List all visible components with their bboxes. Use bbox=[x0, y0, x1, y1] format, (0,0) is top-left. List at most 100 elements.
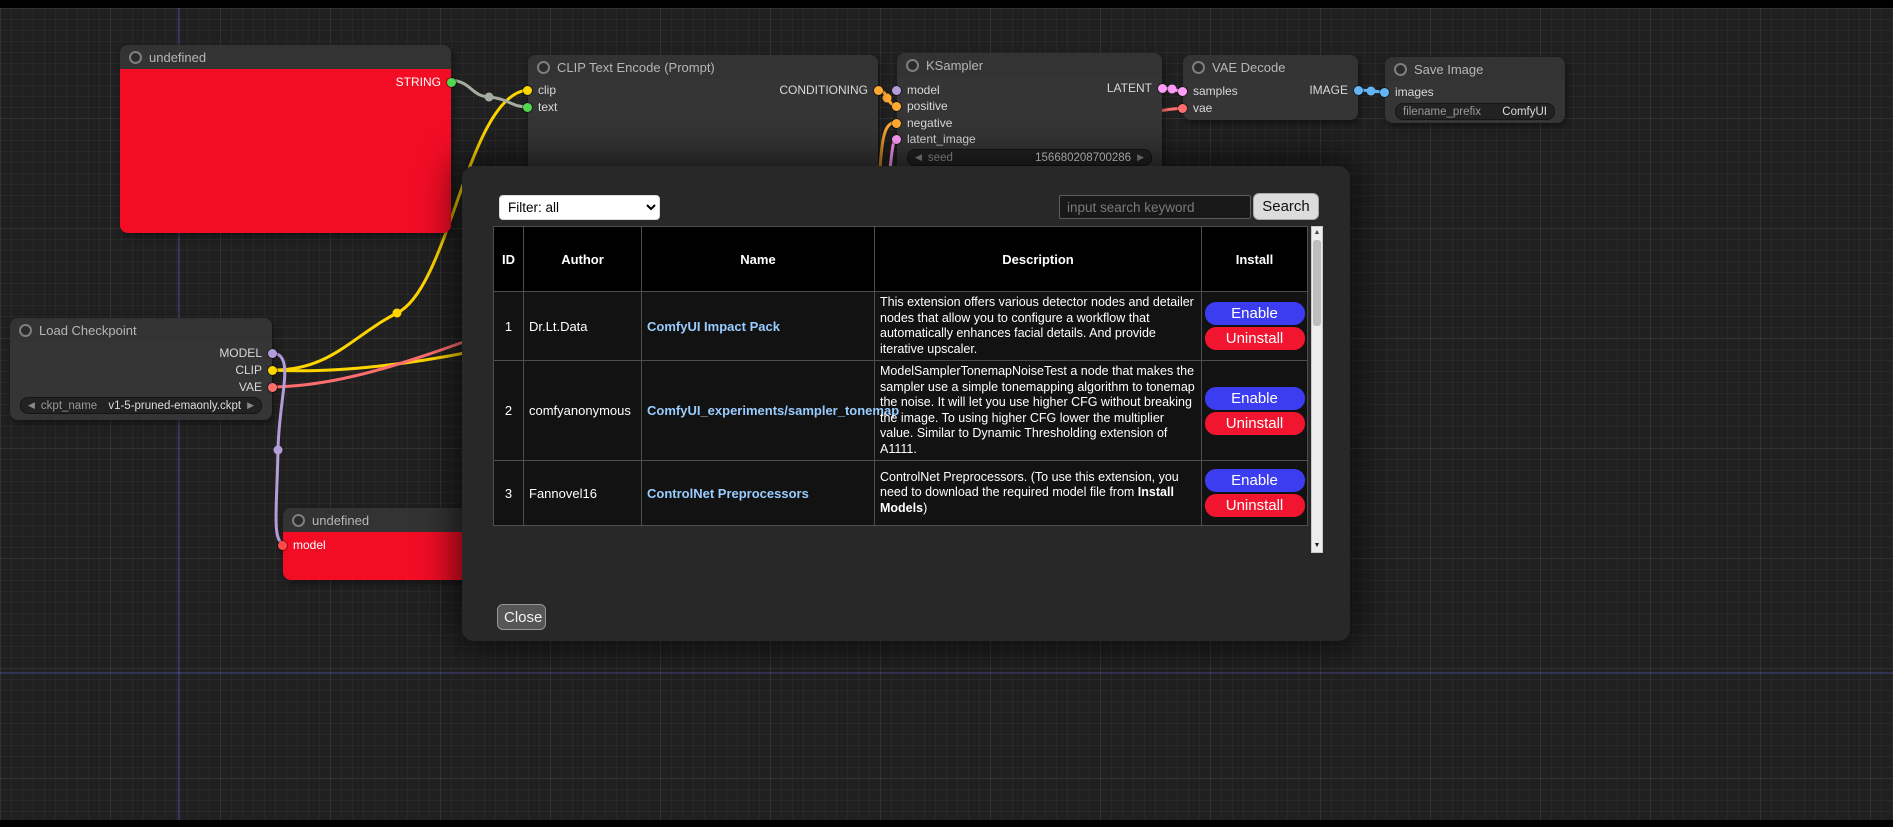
search-input[interactable] bbox=[1059, 195, 1251, 219]
port-dot-vae[interactable] bbox=[1178, 104, 1187, 113]
seed-widget[interactable]: ◀ seed 156680208700286 ▶ bbox=[907, 149, 1152, 166]
collapse-dot-icon[interactable] bbox=[1192, 61, 1205, 74]
port-dot-positive[interactable] bbox=[892, 102, 901, 111]
collapse-dot-icon[interactable] bbox=[129, 51, 142, 64]
port-dot-latent-image[interactable] bbox=[892, 135, 901, 144]
input-port-vae[interactable]: vae bbox=[1178, 100, 1212, 116]
scrollbar-thumb[interactable] bbox=[1313, 240, 1321, 326]
node-header[interactable]: CLIP Text Encode (Prompt) bbox=[528, 55, 878, 79]
node-title: Load Checkpoint bbox=[39, 323, 137, 338]
output-port-vae[interactable]: VAE bbox=[239, 379, 277, 395]
node-undefined-top[interactable]: undefined STRING bbox=[120, 45, 451, 233]
output-port-latent[interactable]: LATENT bbox=[1107, 80, 1167, 96]
node-header[interactable]: Load Checkpoint bbox=[10, 318, 272, 342]
input-port-clip[interactable]: clip bbox=[523, 82, 556, 98]
scroll-down-icon[interactable]: ▼ bbox=[1312, 540, 1322, 552]
port-dot-image[interactable] bbox=[1354, 86, 1363, 95]
extension-link[interactable]: ControlNet Preprocessors bbox=[647, 486, 809, 501]
input-port-model[interactable]: model bbox=[278, 537, 326, 553]
port-dot-images[interactable] bbox=[1380, 88, 1389, 97]
scroll-up-icon[interactable]: ▲ bbox=[1312, 227, 1322, 239]
output-port-image[interactable]: IMAGE bbox=[1309, 82, 1363, 98]
collapse-dot-icon[interactable] bbox=[1394, 63, 1407, 76]
node-ksampler[interactable]: KSampler model positive negative latent_… bbox=[897, 53, 1162, 166]
node-header[interactable]: Save Image bbox=[1385, 57, 1565, 81]
close-button[interactable]: Close bbox=[497, 604, 546, 630]
collapse-dot-icon[interactable] bbox=[906, 59, 919, 72]
port-dot-samples[interactable] bbox=[1178, 87, 1187, 96]
port-dot-text[interactable] bbox=[523, 103, 532, 112]
uninstall-button[interactable]: Uninstall bbox=[1205, 494, 1305, 517]
port-dot-conditioning[interactable] bbox=[874, 86, 883, 95]
table-header-row: ID Author Name Description Install bbox=[494, 227, 1308, 292]
table-row: 1 Dr.Lt.Data ComfyUI Impact Pack This ex… bbox=[494, 292, 1308, 361]
port-dot-latent[interactable] bbox=[1158, 84, 1167, 93]
filename-prefix-widget[interactable]: filename_prefix ComfyUI bbox=[1395, 103, 1555, 120]
port-label: text bbox=[538, 100, 557, 114]
table-row: 2 comfyanonymous ComfyUI_experiments/sam… bbox=[494, 361, 1308, 461]
node-body-error: STRING bbox=[120, 69, 451, 233]
enable-button[interactable]: Enable bbox=[1205, 387, 1305, 410]
enable-button[interactable]: Enable bbox=[1205, 469, 1305, 492]
ckpt-prev-icon[interactable]: ◀ bbox=[28, 401, 35, 410]
port-dot-clip[interactable] bbox=[523, 86, 532, 95]
column-header-author: Author bbox=[524, 227, 642, 292]
widget-value: v1-5-pruned-emaonly.ckpt bbox=[108, 400, 241, 412]
seed-decrement-icon[interactable]: ◀ bbox=[915, 153, 922, 162]
port-dot-model[interactable] bbox=[892, 86, 901, 95]
cell-name: ComfyUI Impact Pack bbox=[642, 292, 875, 361]
node-vae-decode[interactable]: VAE Decode samples vae IMAGE bbox=[1183, 55, 1358, 120]
extension-link[interactable]: ComfyUI Impact Pack bbox=[647, 319, 780, 334]
collapse-dot-icon[interactable] bbox=[537, 61, 550, 74]
node-header[interactable]: VAE Decode bbox=[1183, 55, 1358, 79]
port-label: positive bbox=[907, 99, 948, 113]
port-dot-model-in[interactable] bbox=[278, 541, 287, 550]
input-port-latent-image[interactable]: latent_image bbox=[892, 131, 976, 147]
input-port-text[interactable]: text bbox=[523, 99, 557, 115]
port-label: latent_image bbox=[907, 132, 976, 146]
cell-install: Enable Uninstall bbox=[1202, 292, 1308, 361]
enable-button[interactable]: Enable bbox=[1205, 302, 1305, 325]
cell-name: ComfyUI_experiments/sampler_tonemap bbox=[642, 361, 875, 461]
node-title: CLIP Text Encode (Prompt) bbox=[557, 60, 715, 75]
seed-increment-icon[interactable]: ▶ bbox=[1137, 153, 1144, 162]
node-header[interactable]: KSampler bbox=[897, 53, 1162, 77]
port-dot-negative[interactable] bbox=[892, 119, 901, 128]
output-port-model[interactable]: MODEL bbox=[219, 345, 277, 361]
filter-select[interactable]: Filter: all bbox=[499, 195, 660, 220]
node-clip-text-encode[interactable]: CLIP Text Encode (Prompt) clip text COND… bbox=[528, 55, 878, 166]
output-port-conditioning[interactable]: CONDITIONING bbox=[779, 82, 883, 98]
port-label: model bbox=[907, 83, 940, 97]
cell-install: Enable Uninstall bbox=[1202, 461, 1308, 526]
search-button[interactable]: Search bbox=[1253, 193, 1319, 220]
cell-id: 3 bbox=[494, 461, 524, 526]
ckpt-next-icon[interactable]: ▶ bbox=[247, 401, 254, 410]
output-port-clip[interactable]: CLIP bbox=[235, 362, 277, 378]
input-port-model[interactable]: model bbox=[892, 82, 940, 98]
input-port-images[interactable]: images bbox=[1380, 84, 1434, 100]
custom-nodes-table: ID Author Name Description Install 1 Dr.… bbox=[493, 226, 1308, 526]
extension-link[interactable]: ComfyUI_experiments/sampler_tonemap bbox=[647, 403, 899, 418]
input-port-samples[interactable]: samples bbox=[1178, 83, 1238, 99]
input-port-negative[interactable]: negative bbox=[892, 115, 952, 131]
node-load-checkpoint[interactable]: Load Checkpoint MODEL CLIP VAE ◀ ckpt_na… bbox=[10, 318, 272, 420]
port-dot-string[interactable] bbox=[447, 78, 456, 87]
table-scrollbar[interactable]: ▲ ▼ bbox=[1311, 226, 1323, 553]
port-label: VAE bbox=[239, 380, 262, 394]
widget-value: 156680208700286 bbox=[1035, 152, 1131, 164]
port-dot-model-out[interactable] bbox=[268, 349, 277, 358]
port-dot-vae-out[interactable] bbox=[268, 383, 277, 392]
node-save-image[interactable]: Save Image images filename_prefix ComfyU… bbox=[1385, 57, 1565, 123]
input-port-positive[interactable]: positive bbox=[892, 98, 948, 114]
ckpt-name-widget[interactable]: ◀ ckpt_name v1-5-pruned-emaonly.ckpt ▶ bbox=[20, 397, 262, 414]
port-label: IMAGE bbox=[1309, 83, 1348, 97]
top-edge bbox=[0, 0, 1893, 8]
output-port-string[interactable]: STRING bbox=[396, 74, 456, 90]
collapse-dot-icon[interactable] bbox=[19, 324, 32, 337]
uninstall-button[interactable]: Uninstall bbox=[1205, 412, 1305, 435]
collapse-dot-icon[interactable] bbox=[292, 514, 305, 527]
uninstall-button[interactable]: Uninstall bbox=[1205, 327, 1305, 350]
port-dot-clip-out[interactable] bbox=[268, 366, 277, 375]
column-header-install: Install bbox=[1202, 227, 1308, 292]
node-header[interactable]: undefined bbox=[120, 45, 451, 69]
